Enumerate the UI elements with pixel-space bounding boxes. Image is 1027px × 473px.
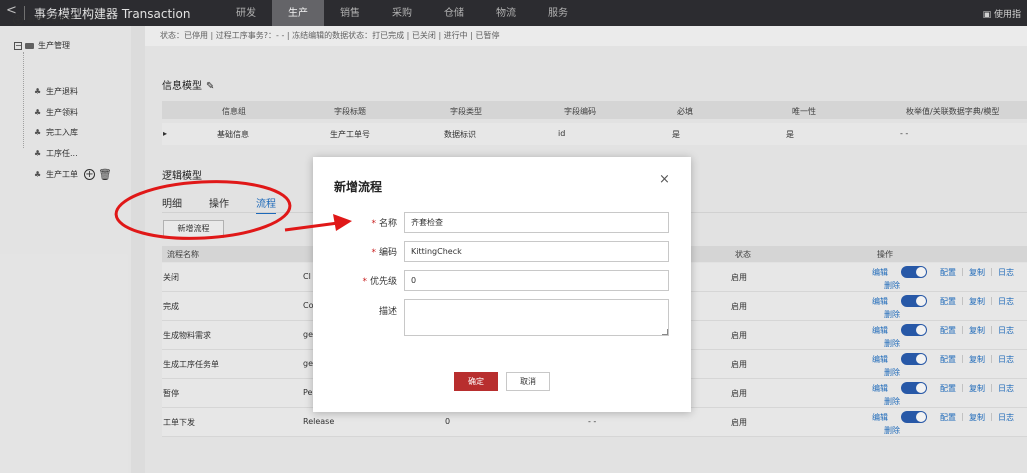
- new-flow-dialog: 新增流程 × *名称 *编码 *优先级 描述 确定 取消: [313, 157, 691, 412]
- cancel-button[interactable]: 取消: [506, 372, 550, 391]
- code-label-text: 编码: [378, 248, 397, 258]
- resize-grip-icon[interactable]: [662, 329, 668, 335]
- confirm-button[interactable]: 确定: [454, 372, 498, 391]
- priority-input[interactable]: [404, 270, 669, 291]
- priority-label: * 优先级: [337, 274, 397, 287]
- name-label-text: 名称: [378, 219, 397, 229]
- required-mark: *: [362, 277, 367, 287]
- desc-textarea[interactable]: [404, 299, 669, 336]
- required-mark: *: [371, 219, 376, 229]
- priority-label-text: 优先级: [369, 277, 397, 287]
- code-label: * 编码: [337, 245, 397, 258]
- code-input[interactable]: [404, 241, 669, 262]
- required-mark: *: [371, 248, 376, 258]
- dialog-title: 新增流程: [334, 180, 383, 194]
- name-label: * 名称: [337, 216, 397, 229]
- name-input[interactable]: [404, 212, 669, 233]
- desc-label: 描述: [378, 307, 397, 317]
- close-icon[interactable]: ×: [659, 172, 670, 187]
